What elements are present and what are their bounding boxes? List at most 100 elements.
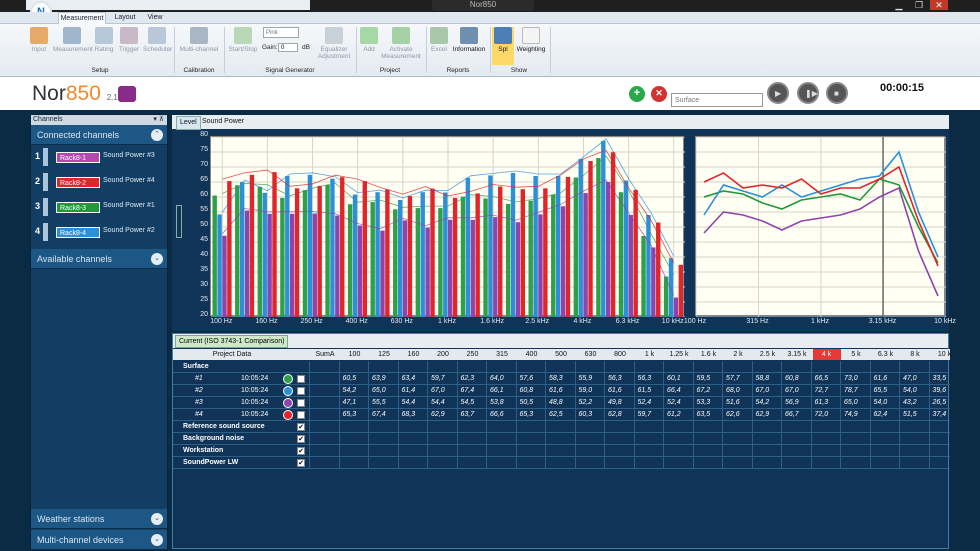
row-checkbox[interactable] bbox=[297, 387, 305, 395]
column-header[interactable]: 250 bbox=[459, 349, 487, 360]
excel-button[interactable]: Excel bbox=[430, 27, 448, 53]
chevron-down-icon[interactable]: ⌄ bbox=[151, 513, 163, 525]
stop-button[interactable]: ■ bbox=[826, 82, 848, 104]
table-row[interactable]: #2 10:05:24 54,2 65,0 61,4 67,0 67,4 66,1 60,8 61… bbox=[173, 385, 950, 397]
column-header[interactable]: 10 k bbox=[931, 349, 959, 360]
grid-divider bbox=[633, 457, 635, 469]
startstop-button[interactable]: Start/Stop bbox=[228, 27, 258, 53]
column-header[interactable]: 2 k bbox=[724, 349, 752, 360]
spectrum-bar-chart[interactable] bbox=[210, 136, 685, 318]
weighting-button[interactable]: Weighting bbox=[516, 27, 546, 53]
grid-divider bbox=[928, 421, 930, 433]
surface-select[interactable]: Surface bbox=[671, 93, 763, 107]
group-row[interactable]: Workstation ✔ bbox=[173, 445, 950, 457]
column-header[interactable]: 160 bbox=[400, 349, 428, 360]
chevron-up-icon[interactable]: ⌃ bbox=[151, 129, 163, 141]
tab-layout[interactable]: Layout bbox=[110, 12, 140, 24]
column-header[interactable]: 6.3 k bbox=[872, 349, 900, 360]
channel-row[interactable]: 4 Rack8-4 Sound Power #2 bbox=[31, 220, 167, 245]
noise-type-select[interactable]: Pink bbox=[263, 27, 299, 38]
table-row[interactable]: #1 10:05:24 60,5 63,9 63,4 59,7 62,3 64,0 57,6 58… bbox=[173, 373, 950, 385]
weather-stations-section[interactable]: Weather stations ⌄ bbox=[31, 509, 167, 529]
group-checkbox[interactable]: ✔ bbox=[297, 459, 305, 467]
row-checkbox[interactable] bbox=[297, 399, 305, 407]
column-header[interactable]: 800 bbox=[606, 349, 634, 360]
channel-box[interactable]: Rack8-4 bbox=[56, 227, 100, 238]
column-header[interactable]: 200 bbox=[429, 349, 457, 360]
channel-box[interactable]: Rack8-3 bbox=[56, 202, 100, 213]
tab-level[interactable]: Level bbox=[176, 116, 201, 130]
column-header[interactable]: 5 k bbox=[842, 349, 870, 360]
column-header[interactable]: SumA bbox=[311, 349, 339, 360]
rating-button[interactable]: Rating bbox=[93, 27, 115, 53]
group-row[interactable]: Background noise ✔ bbox=[173, 433, 950, 445]
minimize-button[interactable]: ▁ bbox=[890, 0, 908, 10]
grid-divider bbox=[427, 421, 428, 433]
column-header[interactable]: 315 bbox=[488, 349, 516, 360]
tab-sound-power[interactable]: Sound Power bbox=[202, 116, 244, 128]
add-button[interactable]: Add bbox=[360, 27, 378, 53]
column-header[interactable]: 630 bbox=[577, 349, 605, 360]
table-row[interactable]: #4 10:05:24 65,3 67,4 68,3 62,9 63,7 66,6 65,3 62… bbox=[173, 409, 950, 421]
pin-icon[interactable]: ▾ ⊼ bbox=[153, 115, 164, 125]
chevron-down-icon[interactable]: ⌄ bbox=[151, 534, 163, 546]
multichannel-button[interactable]: Multi-channel bbox=[178, 27, 220, 53]
pause-button[interactable]: ❚▶ bbox=[797, 82, 819, 104]
column-header[interactable]: 400 bbox=[518, 349, 546, 360]
table-row[interactable]: #3 10:05:24 47,1 55,5 54,4 54,4 54,5 53,8 50,5 48… bbox=[173, 397, 950, 409]
channel-row[interactable]: 3 Rack8-3 Sound Power #1 bbox=[31, 195, 167, 220]
column-header[interactable]: 125 bbox=[370, 349, 398, 360]
group-row[interactable]: SoundPower LW ✔ bbox=[173, 457, 950, 469]
group-checkbox[interactable]: ✔ bbox=[297, 435, 305, 443]
column-header[interactable]: 1 k bbox=[636, 349, 664, 360]
multi-channel-devices-section[interactable]: Multi-channel devices ⌄ bbox=[31, 530, 167, 550]
remove-circle-icon[interactable]: ✕ bbox=[651, 86, 667, 102]
grid-divider bbox=[515, 409, 517, 421]
column-header[interactable]: 1.25 k bbox=[665, 349, 693, 360]
group-row[interactable]: Reference sound source ✔ bbox=[173, 421, 950, 433]
grid-divider bbox=[869, 433, 871, 445]
add-circle-icon[interactable]: + bbox=[629, 86, 645, 102]
group-row[interactable]: Surface bbox=[173, 361, 950, 373]
channel-box[interactable]: Rack8-2 bbox=[56, 177, 100, 188]
column-header[interactable]: 4 k bbox=[812, 349, 841, 360]
column-header[interactable]: 100 bbox=[341, 349, 369, 360]
connected-channels-section[interactable]: Connected channels ⌃ bbox=[31, 125, 167, 145]
input-button[interactable]: Input bbox=[30, 27, 48, 53]
row-checkbox[interactable] bbox=[297, 375, 305, 383]
chart-scrollbar[interactable] bbox=[176, 205, 182, 238]
spectrum-line-chart[interactable] bbox=[695, 136, 947, 318]
information-button[interactable]: Information bbox=[451, 27, 487, 53]
cell-value: 66,5 bbox=[814, 375, 829, 382]
measurement-button[interactable]: Measurement bbox=[53, 27, 93, 53]
group-checkbox[interactable]: ✔ bbox=[297, 423, 305, 431]
y-tick-label: 60 bbox=[200, 191, 208, 198]
group-checkbox[interactable]: ✔ bbox=[297, 447, 305, 455]
column-header[interactable]: 3.15 k bbox=[783, 349, 811, 360]
tab-current-comparison[interactable]: Current (ISO 3743-1 Comparison) bbox=[175, 335, 289, 348]
quick-access-toolbar[interactable] bbox=[26, 0, 310, 10]
scheduler-button[interactable]: Scheduler bbox=[143, 27, 172, 53]
chevron-down-icon[interactable]: ⌄ bbox=[151, 253, 163, 265]
channel-row[interactable]: 2 Rack8-2 Sound Power #4 bbox=[31, 170, 167, 195]
column-header[interactable]: 1.6 k bbox=[695, 349, 723, 360]
row-checkbox[interactable] bbox=[297, 411, 305, 419]
gain-input[interactable]: 0 bbox=[278, 43, 298, 52]
column-header[interactable]: 2.5 k bbox=[754, 349, 782, 360]
available-channels-section[interactable]: Available channels ⌄ bbox=[31, 249, 167, 269]
play-button[interactable]: ▶ bbox=[767, 82, 789, 104]
channel-row[interactable]: 1 Rack8-1 Sound Power #3 bbox=[31, 145, 167, 170]
spl-button[interactable]: Spl bbox=[492, 27, 514, 65]
equalizer-button[interactable]: Equalizer Adjustment bbox=[316, 27, 352, 60]
restore-button[interactable]: ❐ bbox=[910, 0, 928, 10]
column-header[interactable]: 500 bbox=[547, 349, 575, 360]
column-header[interactable]: 8 k bbox=[901, 349, 929, 360]
grid-divider bbox=[899, 361, 900, 373]
tab-view[interactable]: View bbox=[142, 12, 168, 24]
project-data-header[interactable]: Project Data bbox=[173, 349, 291, 360]
tab-measurement[interactable]: Measurement bbox=[58, 12, 106, 24]
trigger-button[interactable]: Trigger bbox=[117, 27, 141, 53]
close-button[interactable]: ✕ bbox=[930, 0, 948, 10]
channel-box[interactable]: Rack8-1 bbox=[56, 152, 100, 163]
activate-button[interactable]: Activate Measurement bbox=[381, 27, 421, 60]
